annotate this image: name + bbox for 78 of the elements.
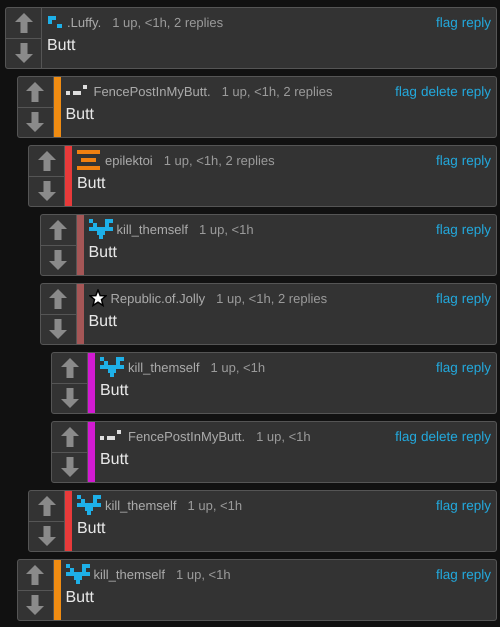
comment-text: Butt bbox=[66, 105, 95, 124]
action-link[interactable]: reply bbox=[462, 428, 491, 444]
up-arrow-icon bbox=[60, 426, 78, 447]
action-link[interactable]: reply bbox=[462, 222, 491, 236]
avatar-icon bbox=[66, 564, 90, 584]
thread-depth-bar bbox=[88, 353, 95, 413]
action-link[interactable]: flag bbox=[395, 428, 417, 444]
star-icon bbox=[88, 289, 106, 307]
action-link[interactable]: reply bbox=[462, 84, 491, 98]
comment-meta: 1 up, <1h, 2 replies bbox=[216, 290, 328, 306]
avatar-icon bbox=[100, 357, 124, 377]
action-link[interactable]: reply bbox=[462, 498, 491, 512]
avatar-icon bbox=[88, 219, 112, 239]
up-arrow-icon bbox=[14, 12, 32, 33]
avatar-icon bbox=[77, 495, 101, 515]
comment-meta: 1 up, <1h, 2 replies bbox=[222, 84, 333, 98]
username[interactable]: kill_themself bbox=[116, 222, 188, 236]
action-link[interactable]: reply bbox=[462, 566, 491, 582]
comment-text: Butt bbox=[66, 588, 95, 607]
action-link[interactable]: flag bbox=[436, 152, 458, 168]
action-link[interactable]: reply bbox=[462, 360, 491, 374]
comment-meta: 1 up, <1h bbox=[256, 428, 311, 444]
down-arrow-icon bbox=[14, 43, 32, 64]
comment-meta: 1 up, <1h, 2 replies bbox=[112, 14, 224, 30]
username[interactable]: kill_themself bbox=[105, 498, 177, 512]
username[interactable]: FencePostInMyButt. bbox=[94, 84, 211, 98]
down-arrow-icon bbox=[60, 388, 78, 408]
action-link[interactable]: delete bbox=[420, 428, 458, 444]
comment-text: Butt bbox=[47, 36, 76, 55]
action-link[interactable]: reply bbox=[462, 290, 491, 306]
comment-meta: 1 up, <1h bbox=[188, 498, 242, 512]
comment-meta: 1 up, <1h bbox=[210, 360, 266, 374]
username[interactable]: kill_themself bbox=[128, 360, 200, 374]
down-arrow-icon bbox=[26, 112, 44, 132]
action-link[interactable]: reply bbox=[462, 152, 491, 168]
up-arrow-icon bbox=[60, 358, 78, 378]
thread-depth-bar bbox=[65, 146, 72, 206]
comment-meta: 1 up, <1h, 2 replies bbox=[164, 152, 275, 168]
comment-meta: 1 up, <1h bbox=[199, 222, 254, 236]
comment-text: Butt bbox=[100, 450, 130, 469]
action-link[interactable]: delete bbox=[420, 84, 458, 98]
username[interactable]: kill_themself bbox=[94, 566, 166, 582]
action-link[interactable]: flag bbox=[436, 360, 458, 374]
username[interactable]: epilektoi bbox=[105, 152, 153, 168]
comment-text: Butt bbox=[88, 243, 118, 262]
down-arrow-icon bbox=[60, 457, 78, 478]
thread-depth-bar bbox=[65, 491, 72, 551]
down-arrow-icon bbox=[49, 250, 67, 270]
down-arrow-icon bbox=[38, 181, 56, 202]
down-arrow-icon bbox=[26, 595, 44, 616]
username[interactable]: Republic.of.Jolly bbox=[110, 290, 206, 306]
username[interactable]: FencePostInMyButt. bbox=[128, 428, 246, 444]
comment-text: Butt bbox=[88, 312, 118, 331]
down-arrow-icon bbox=[38, 526, 56, 546]
avatar-icon bbox=[47, 15, 63, 29]
action-link[interactable]: flag bbox=[436, 222, 458, 236]
action-link[interactable]: reply bbox=[462, 14, 491, 30]
action-link[interactable]: flag bbox=[436, 14, 458, 30]
action-link[interactable]: flag bbox=[436, 290, 458, 306]
up-arrow-icon bbox=[49, 288, 67, 309]
up-arrow-icon bbox=[26, 82, 44, 102]
comment-text: Butt bbox=[100, 381, 130, 400]
thread-depth-bar bbox=[88, 422, 95, 482]
up-arrow-icon bbox=[38, 150, 56, 171]
action-link[interactable]: flag bbox=[436, 498, 458, 512]
username[interactable]: .Luffy. bbox=[67, 14, 102, 30]
comment-meta: 1 up, <1h bbox=[176, 566, 231, 582]
avatar-icon bbox=[77, 150, 101, 170]
avatar-icon bbox=[66, 84, 90, 98]
up-arrow-icon bbox=[49, 220, 67, 240]
avatar-icon bbox=[100, 429, 124, 443]
comment-text: Butt bbox=[77, 174, 106, 193]
up-arrow-icon bbox=[38, 496, 56, 516]
comment-text: Butt bbox=[77, 519, 106, 538]
action-link[interactable]: flag bbox=[436, 566, 458, 582]
down-arrow-icon bbox=[49, 319, 67, 340]
up-arrow-icon bbox=[26, 564, 44, 585]
action-link[interactable]: flag bbox=[395, 84, 417, 98]
